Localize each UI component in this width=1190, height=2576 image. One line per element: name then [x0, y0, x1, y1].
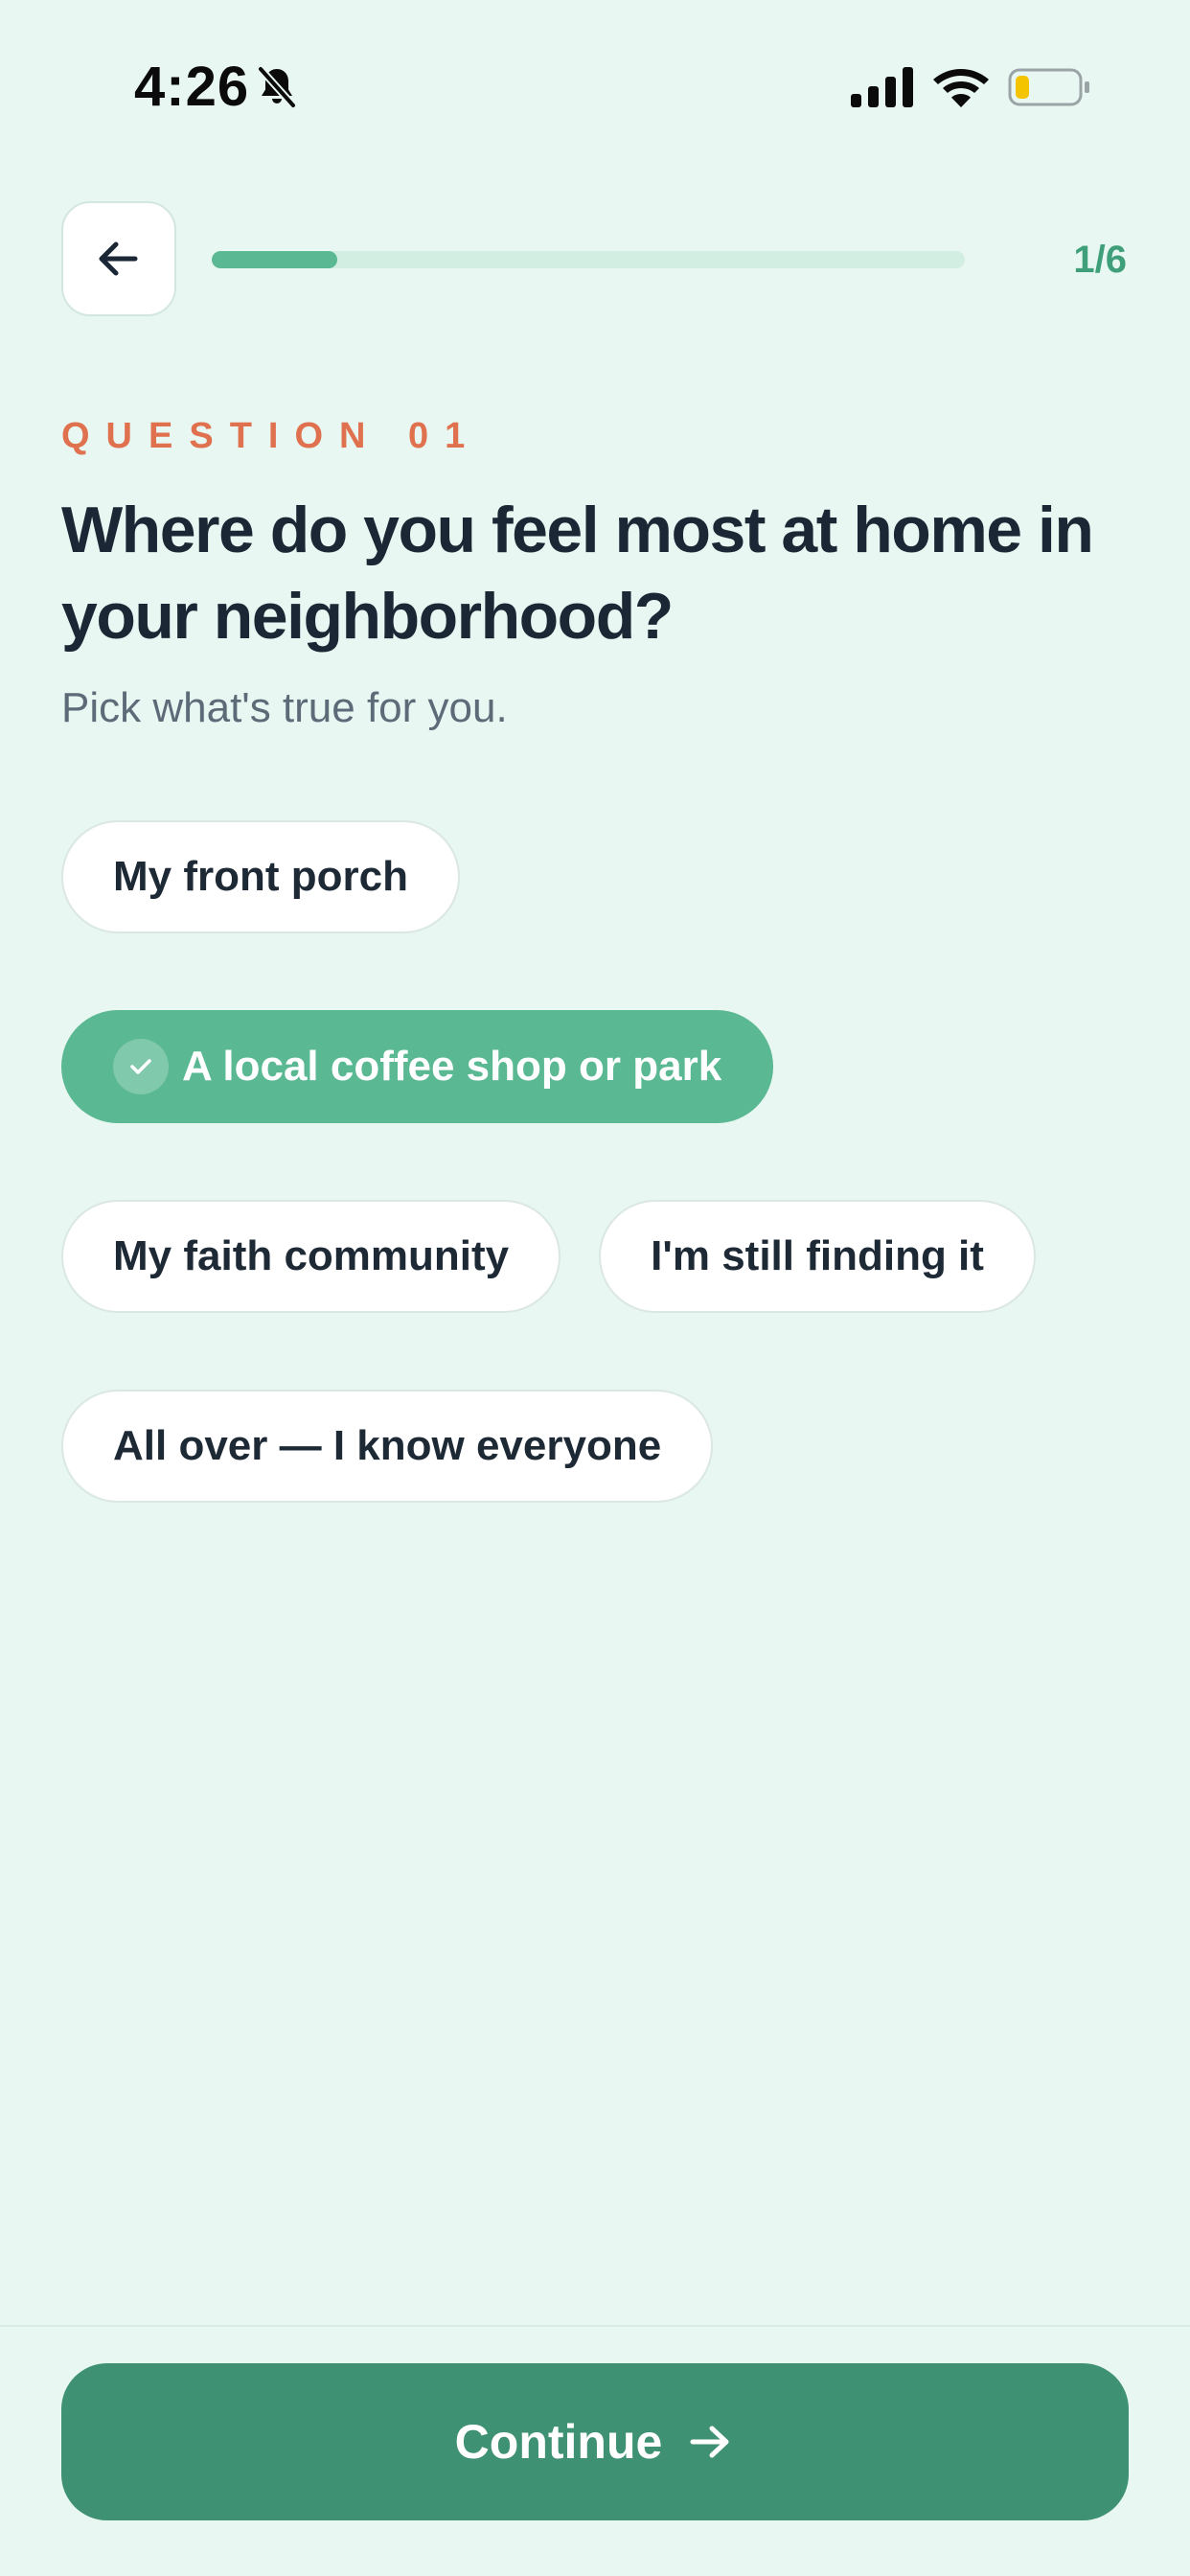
battery-icon	[1008, 68, 1089, 106]
option-label: A local coffee shop or park	[182, 1043, 722, 1090]
option-label: My front porch	[113, 853, 408, 900]
option-coffee-shop-park[interactable]: A local coffee shop or park	[61, 1010, 774, 1123]
arrow-right-icon	[690, 2426, 729, 2458]
options-list: My front porch A local coffee shop or pa…	[61, 820, 1129, 1503]
option-still-finding[interactable]: I'm still finding it	[599, 1200, 1036, 1313]
footer-divider	[0, 2325, 1190, 2327]
status-time: 4:26	[134, 56, 250, 118]
option-label: All over — I know everyone	[113, 1422, 662, 1469]
wifi-icon	[933, 69, 989, 107]
option-faith-community[interactable]: My faith community	[61, 1200, 561, 1313]
question-eyebrow: QUESTION 01	[61, 416, 482, 456]
continue-label: Continue	[454, 2415, 663, 2469]
bell-off-icon	[258, 66, 296, 108]
progress-bar	[212, 251, 965, 268]
arrow-left-icon	[99, 242, 138, 276]
question-title: Where do you feel most at home in your n…	[61, 494, 1094, 653]
option-front-porch[interactable]: My front porch	[61, 820, 460, 933]
back-button[interactable]	[61, 201, 176, 316]
question-subtitle: Pick what's true for you.	[61, 684, 508, 731]
check-icon	[113, 1039, 169, 1094]
header: 1/6	[0, 201, 1190, 318]
option-label: My faith community	[113, 1232, 510, 1279]
option-label: I'm still finding it	[651, 1232, 984, 1279]
progress-label: 1/6	[1073, 239, 1127, 281]
signal-icon	[851, 67, 913, 107]
option-all-over[interactable]: All over — I know everyone	[61, 1390, 714, 1503]
continue-button[interactable]: Continue	[61, 2363, 1129, 2520]
status-bar: 4:26	[0, 0, 1190, 172]
progress-fill	[212, 251, 338, 268]
